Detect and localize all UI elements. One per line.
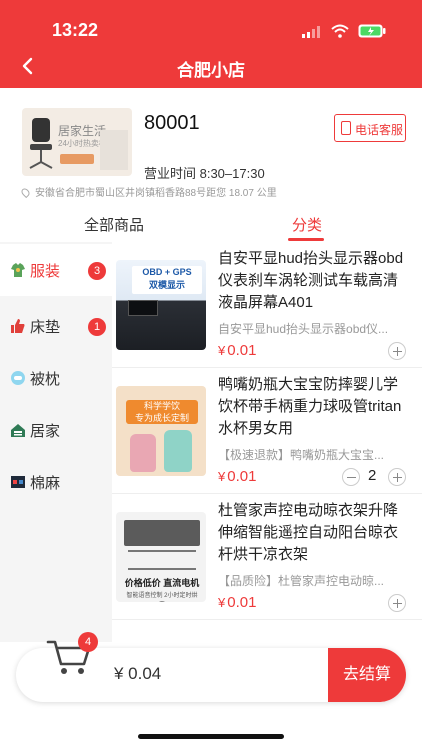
add-quantity-button[interactable] [388, 594, 406, 612]
product-description: 【极速退款】鸭嘴奶瓶大宝宝... [218, 448, 385, 462]
status-bar: 13:22 [0, 0, 422, 44]
product-name[interactable]: 自安平显hud抬头显示器obd仪表刹车涡轮测试车载高清液晶屏幕A401 [218, 248, 412, 314]
sidebar-item-label: 居家 [30, 423, 61, 440]
phone-icon [341, 121, 351, 135]
sidebar-item-home[interactable]: 居家 [0, 404, 112, 456]
clothing-icon [11, 263, 25, 277]
product-description: 【品质险】杜管家声控电动晾... [218, 574, 385, 588]
tab-category[interactable]: 分类 [292, 214, 322, 235]
wifi-icon [331, 24, 349, 38]
bottle-image [164, 430, 192, 472]
page-title: 合肥小店 [177, 61, 245, 80]
product-image-subcaption: 智能语音控制 2小时定时烘干 [126, 593, 198, 599]
sidebar-item-clothing[interactable]: 服装 3 [0, 244, 112, 296]
add-quantity-button[interactable] [388, 468, 406, 486]
product-item[interactable]: 科学学饮 专为成长定制 鸭嘴奶瓶大宝宝防摔婴儿学饮杯带手柄重力球吸管tritan水… [112, 368, 422, 494]
tab-bar: 全部商品 分类 [0, 206, 422, 242]
sidebar-item-label: 棉麻 [30, 475, 61, 492]
store-info: 居家生活 24小时热卖榜 80001 电话客服 营业时间 8:30–17:30 … [0, 88, 422, 206]
location-pin-icon [19, 186, 32, 199]
sidebar-badge: 3 [88, 262, 106, 280]
remove-quantity-button[interactable] [342, 468, 360, 486]
product-price: ¥0.01 [218, 468, 257, 485]
pillow-icon [11, 371, 25, 385]
sidebar-item-mattress[interactable]: 床垫 1 [0, 300, 112, 352]
product-price: ¥0.01 [218, 342, 257, 359]
tab-active-indicator [288, 238, 324, 241]
product-image-caption: 科学学饮 专为成长定制 [126, 400, 198, 424]
cart-count-badge: 4 [78, 632, 98, 652]
store-address: 安徽省合肥市蜀山区井岗镇稻香路88号距您 18.07 公里 [19, 184, 277, 199]
product-price: ¥0.01 [218, 594, 257, 611]
product-image-drying-rack[interactable]: 价格低价 直流电机 智能语音控制 2小时定时烘干 [116, 512, 206, 602]
business-hours: 营业时间 8:30–17:30 [144, 166, 265, 181]
store-name: 80001 [144, 112, 200, 134]
nav-bar: 合肥小店 [0, 44, 422, 88]
add-quantity-button[interactable] [388, 342, 406, 360]
address-text: 安徽省合肥市蜀山区井岗镇稻香路88号距您 18.07 公里 [35, 188, 277, 199]
product-name[interactable]: 杜管家声控电动晾衣架升降伸缩智能遥控自动阳台晾衣杆烘干凉衣架 [218, 500, 412, 566]
drying-rack-image [124, 520, 200, 546]
sidebar-item-linen[interactable]: 棉麻 [0, 456, 112, 508]
phone-service-label: 电话客服 [355, 123, 404, 137]
drying-rack-bars [128, 550, 196, 570]
home-indicator [138, 734, 284, 739]
product-image-caption: OBD + GPS 双模显示 [132, 266, 202, 294]
tab-all-products[interactable]: 全部商品 [84, 214, 144, 235]
product-name[interactable]: 鸭嘴奶瓶大宝宝防摔婴儿学饮杯带手柄重力球吸管tritan水杯男女用 [218, 374, 412, 440]
status-time: 13:22 [52, 20, 99, 40]
product-description: 自安平显hud抬头显示器obd仪... [218, 322, 389, 336]
sidebar-item-label: 服装 [30, 263, 61, 280]
product-image-bottle[interactable]: 科学学饮 专为成长定制 [116, 386, 206, 476]
bottle-image [130, 434, 156, 472]
office-chair-image [29, 118, 53, 169]
linen-icon [11, 476, 25, 488]
product-image-hud[interactable]: OBD + GPS 双模显示 [116, 260, 206, 350]
cart-total: ¥ 0.04 [114, 664, 162, 683]
shelf-image [100, 130, 128, 170]
sidebar-item-pillow[interactable]: 被枕 [0, 352, 112, 404]
product-list: OBD + GPS 双模显示 自安平显hud抬头显示器obd仪表刹车涡轮测试车载高… [112, 242, 422, 642]
app-header: 13:22 合肥小店 [0, 0, 422, 88]
phone-service-button[interactable]: 电话客服 [334, 114, 406, 142]
product-item[interactable]: 价格低价 直流电机 智能语音控制 2小时定时烘干 杜管家声控电动晾衣架升降伸缩智… [112, 494, 422, 620]
product-item[interactable]: OBD + GPS 双模显示 自安平显hud抬头显示器obd仪表刹车涡轮测试车载高… [112, 242, 422, 368]
battery-icon [358, 24, 386, 38]
hud-display-image [128, 300, 158, 316]
thumb-button [60, 154, 94, 164]
home-icon [11, 424, 25, 437]
product-image-caption: 价格低价 直流电机 [124, 578, 200, 588]
sidebar-badge: 1 [88, 318, 106, 336]
signal-icon [302, 26, 320, 38]
product-quantity: 2 [368, 467, 377, 484]
thumbs-up-icon [11, 319, 25, 333]
sidebar-item-label: 床垫 [30, 319, 61, 336]
sidebar-item-label: 被枕 [30, 371, 61, 388]
checkout-button[interactable]: 去结算 [328, 648, 406, 702]
category-sidebar: 服装 3 床垫 1 被枕 居家 棉麻 [0, 242, 112, 642]
store-thumbnail[interactable]: 居家生活 24小时热卖榜 [22, 108, 132, 176]
thumb-title: 居家生活 [58, 124, 107, 138]
